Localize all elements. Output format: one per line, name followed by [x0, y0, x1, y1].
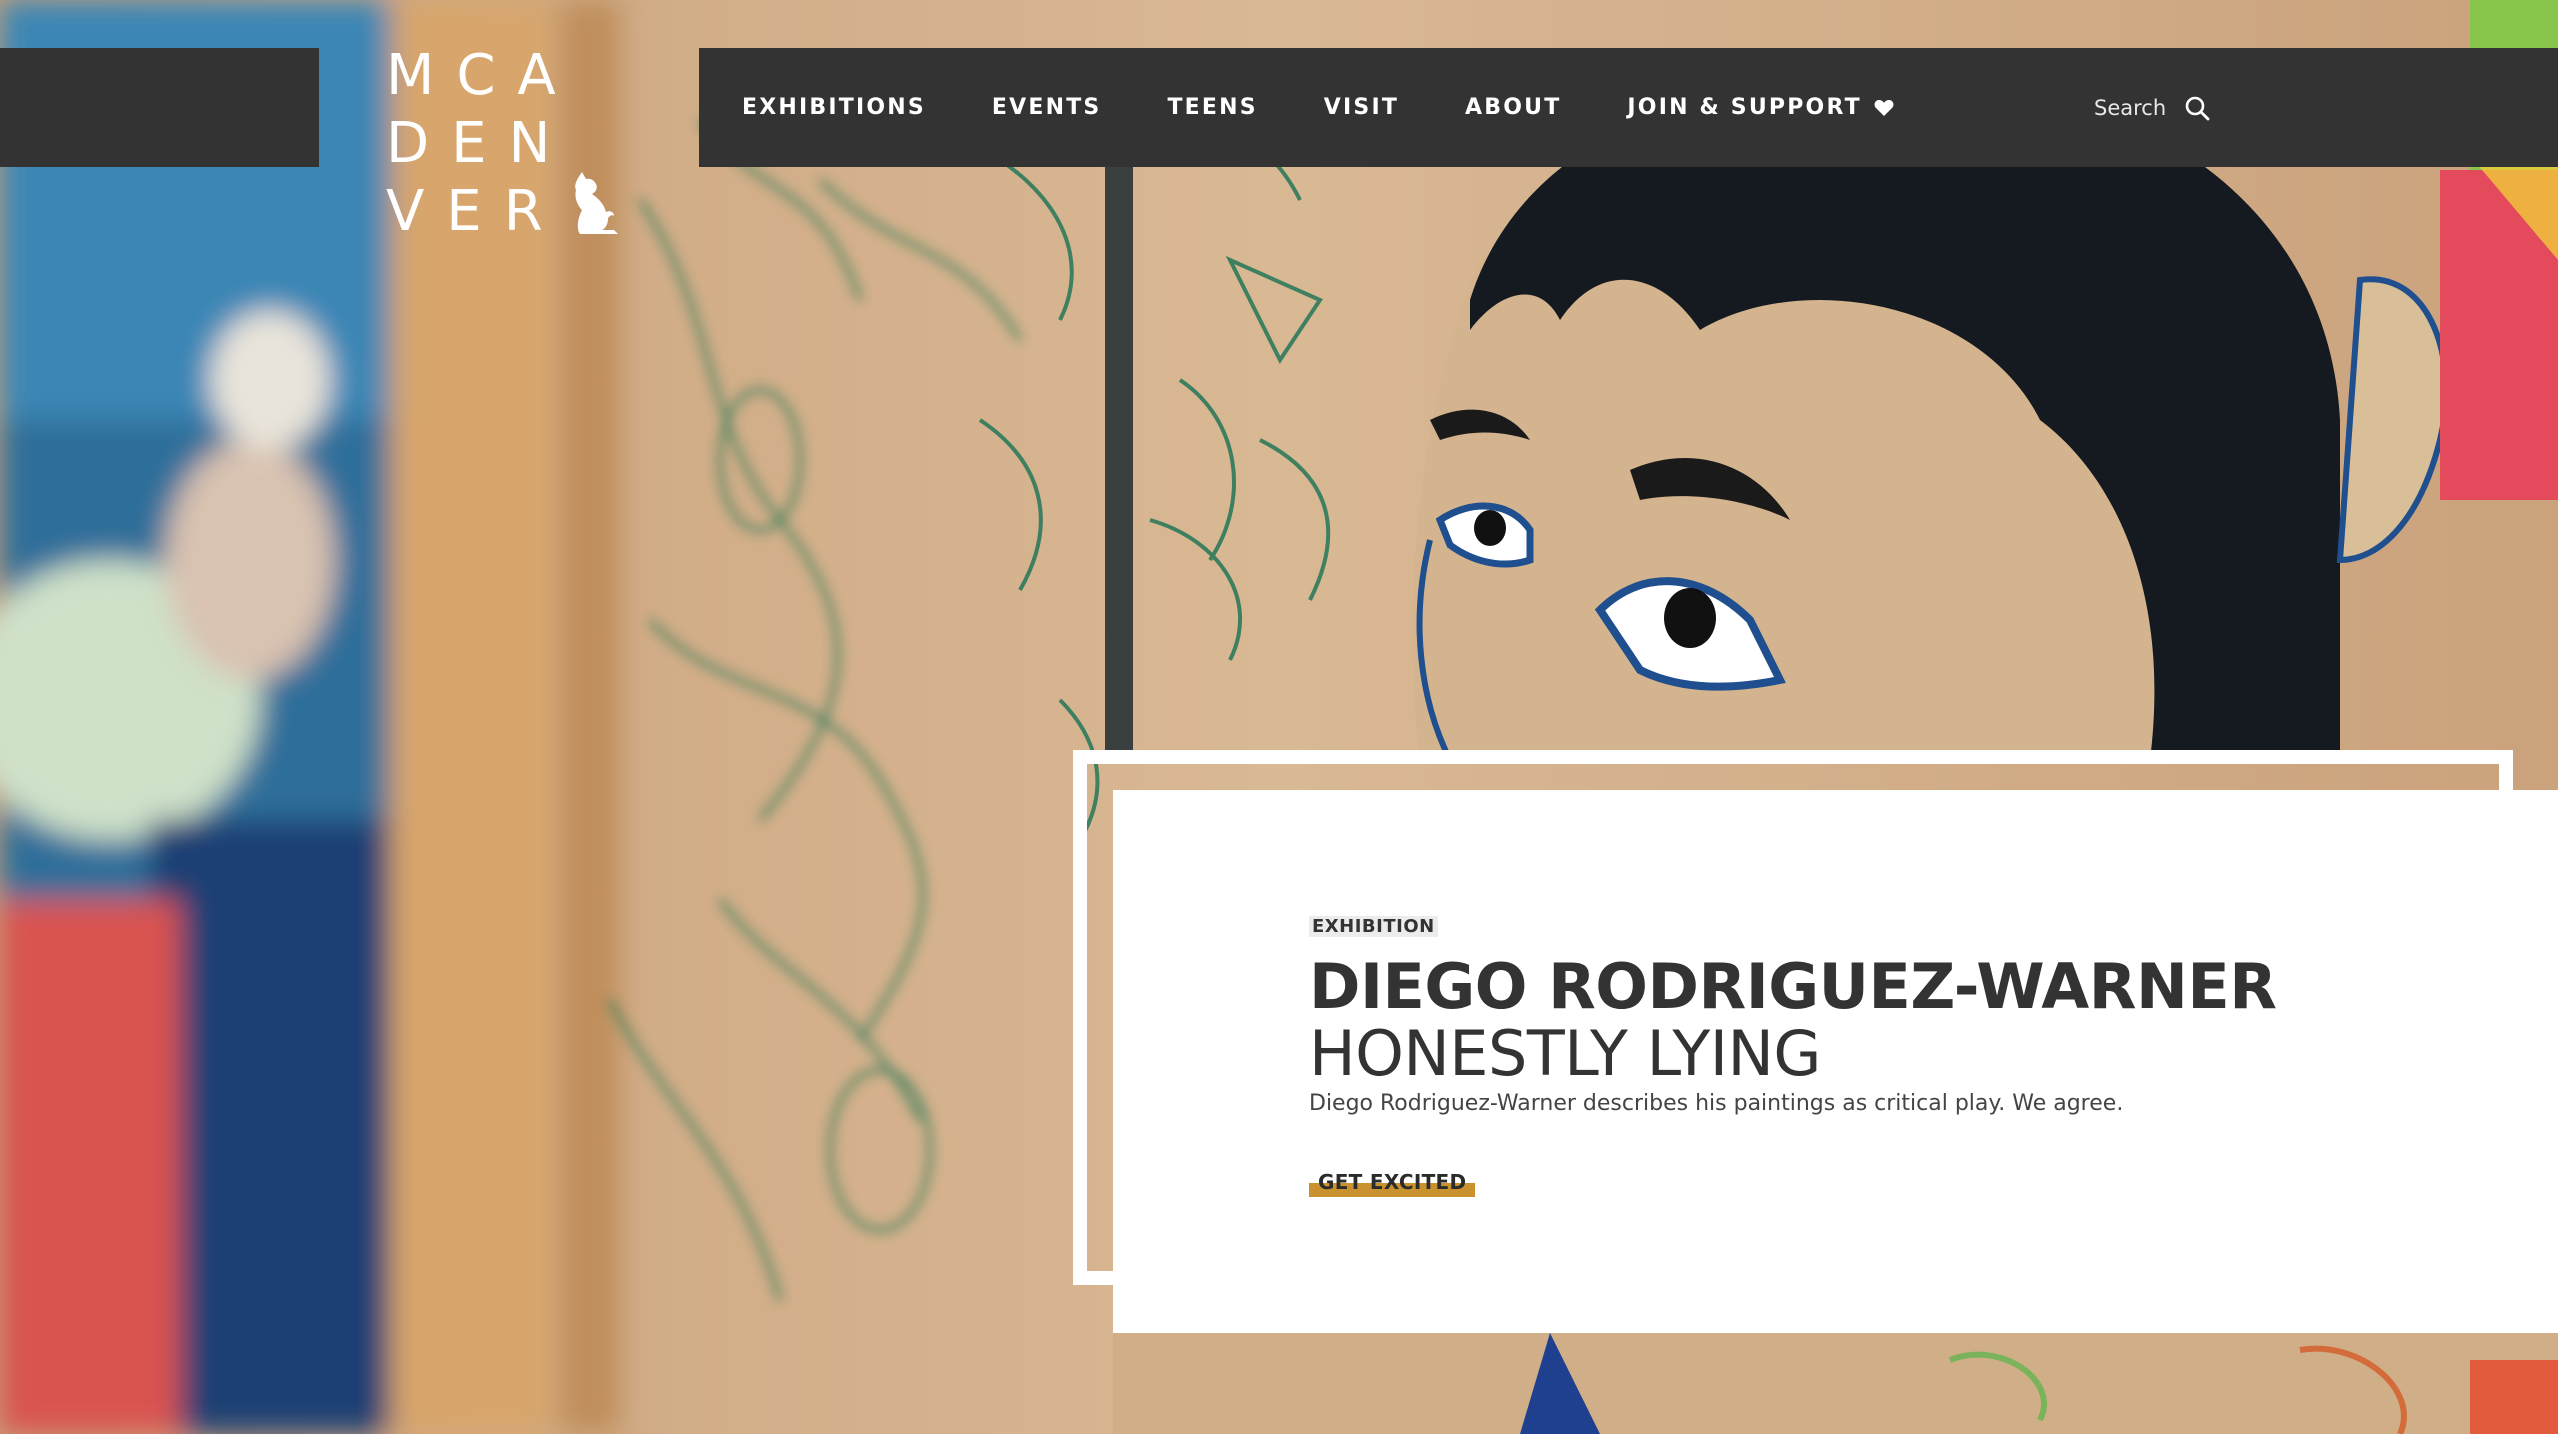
search-label: Search — [2094, 95, 2167, 120]
search-button[interactable]: Search — [2094, 48, 2210, 167]
nav-item-exhibitions[interactable]: EXHIBITIONS — [742, 95, 926, 120]
get-excited-label: GET EXCITED — [1318, 1170, 1467, 1194]
nav-item-about[interactable]: ABOUT — [1465, 95, 1561, 120]
nav-left-block — [0, 48, 319, 167]
nav-item-join-support[interactable]: JOIN & SUPPORT — [1627, 95, 1894, 120]
feature-eyebrow: EXHIBITION — [1309, 916, 1438, 937]
mca-denver-logo[interactable]: MCA DEN VER — [386, 42, 626, 244]
get-excited-button[interactable]: GET EXCITED — [1309, 1170, 1476, 1197]
feature-subtitle: HONESTLY LYING — [1309, 1017, 1821, 1090]
feature-title[interactable]: DIEGO RODRIGUEZ-WARNER — [1309, 953, 2509, 1021]
logo-row-2: DEN — [386, 111, 573, 176]
heart-icon — [1874, 99, 1894, 116]
nav-item-join-support-label: JOIN & SUPPORT — [1627, 95, 1862, 120]
feature-card: EXHIBITION DIEGO RODRIGUEZ-WARNER HONEST… — [1113, 790, 2558, 1333]
main-navigation: EXHIBITIONS EVENTS TEENS VISIT ABOUT JOI… — [699, 48, 2558, 167]
nav-item-events[interactable]: EVENTS — [992, 95, 1102, 120]
logo-row-1: MCA — [386, 43, 578, 108]
nav-item-visit[interactable]: VISIT — [1324, 95, 1399, 120]
feature-description: Diego Rodriguez-Warner describes his pai… — [1309, 1091, 2124, 1116]
nav-item-teens[interactable]: TEENS — [1167, 95, 1257, 120]
feature-card-content: EXHIBITION DIEGO RODRIGUEZ-WARNER HONEST… — [1309, 916, 2509, 1197]
cat-icon — [575, 172, 618, 234]
nav-links: EXHIBITIONS EVENTS TEENS VISIT ABOUT JOI… — [742, 48, 1960, 167]
search-icon — [2185, 96, 2210, 120]
